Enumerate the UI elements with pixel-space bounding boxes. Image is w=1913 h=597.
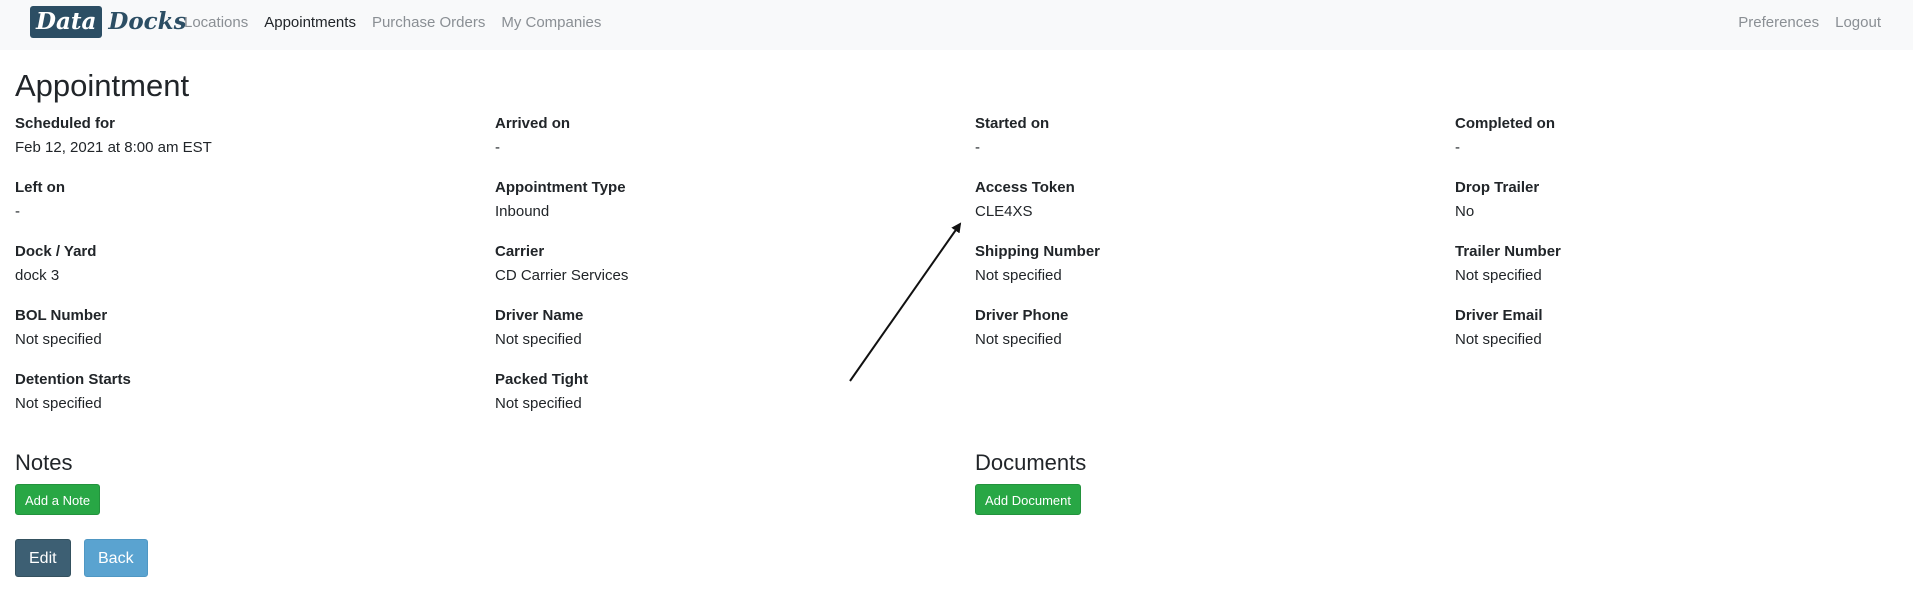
field-value: Not specified bbox=[1455, 331, 1542, 348]
field-started-on: Started on - bbox=[975, 114, 1415, 158]
add-document-button[interactable]: Add Document bbox=[975, 484, 1081, 515]
back-button[interactable]: Back bbox=[84, 539, 148, 577]
field-label: Dock / Yard bbox=[15, 243, 97, 260]
brand-logo-data: Data bbox=[30, 6, 103, 38]
field-label: Driver Name bbox=[495, 307, 584, 324]
add-note-button[interactable]: Add a Note bbox=[15, 484, 101, 515]
field-value: No bbox=[1455, 203, 1475, 220]
field-shipping-number: Shipping Number Not specified bbox=[975, 242, 1415, 286]
field-label: BOL Number bbox=[15, 307, 108, 324]
field-label: Appointment Type bbox=[495, 179, 626, 196]
field-drop-trailer: Drop Trailer No bbox=[1455, 178, 1895, 222]
field-appointment-type: Appointment Type Inbound bbox=[495, 178, 935, 222]
annotation-arrow-icon bbox=[849, 222, 962, 382]
nav-link-locations[interactable]: Locations bbox=[184, 14, 248, 31]
nav-links: Locations Appointments Purchase Orders M… bbox=[184, 0, 617, 45]
field-access-token: Access Token CLE4XS bbox=[975, 178, 1415, 222]
field-label: Started on bbox=[975, 115, 1050, 132]
documents-heading: Documents bbox=[975, 450, 1087, 475]
edit-button[interactable]: Edit bbox=[15, 539, 71, 577]
field-carrier: Carrier CD Carrier Services bbox=[495, 242, 935, 286]
field-driver-name: Driver Name Not specified bbox=[495, 306, 935, 350]
field-label: Packed Tight bbox=[495, 371, 589, 388]
page-title: Appointment bbox=[15, 68, 190, 103]
field-driver-email: Driver Email Not specified bbox=[1455, 306, 1895, 350]
field-label: Left on bbox=[15, 179, 65, 196]
field-driver-phone: Driver Phone Not specified bbox=[975, 306, 1415, 350]
nav-link-my-companies[interactable]: My Companies bbox=[501, 14, 601, 31]
field-left-on: Left on - bbox=[15, 178, 455, 222]
nav-link-logout[interactable]: Logout bbox=[1835, 14, 1881, 31]
field-label: Carrier bbox=[495, 243, 545, 260]
field-value: - bbox=[975, 139, 980, 156]
field-value: Not specified bbox=[975, 267, 1062, 284]
nav-link-appointments[interactable]: Appointments bbox=[264, 14, 356, 31]
nav-right-links: Preferences Logout bbox=[1738, 0, 1897, 45]
notes-heading: Notes bbox=[15, 450, 73, 475]
navbar: Data Docks Locations Appointments Purcha… bbox=[0, 0, 1913, 50]
field-label: Completed on bbox=[1455, 115, 1555, 132]
field-value: - bbox=[1455, 139, 1460, 156]
field-label: Drop Trailer bbox=[1455, 179, 1540, 196]
field-value: Not specified bbox=[975, 331, 1062, 348]
field-value: CD Carrier Services bbox=[495, 267, 629, 284]
field-completed-on: Completed on - bbox=[1455, 114, 1895, 158]
field-bol-number: BOL Number Not specified bbox=[15, 306, 455, 350]
field-value: - bbox=[495, 139, 500, 156]
field-label: Access Token bbox=[975, 179, 1075, 196]
brand-logo[interactable]: Data Docks bbox=[30, 6, 187, 38]
field-label: Driver Phone bbox=[975, 307, 1069, 324]
field-value: Not specified bbox=[15, 395, 102, 412]
field-value: Feb 12, 2021 at 8:00 am EST bbox=[15, 139, 212, 156]
field-value: Not specified bbox=[495, 395, 582, 412]
field-label: Detention Starts bbox=[15, 371, 131, 388]
field-label: Arrived on bbox=[495, 115, 571, 132]
field-trailer-number: Trailer Number Not specified bbox=[1455, 242, 1895, 286]
brand-logo-docks: Docks bbox=[108, 8, 187, 35]
field-detention-starts: Detention Starts Not specified bbox=[15, 370, 455, 414]
nav-link-preferences[interactable]: Preferences bbox=[1738, 14, 1819, 31]
field-value: Not specified bbox=[15, 331, 102, 348]
field-value: Inbound bbox=[495, 203, 550, 220]
field-value: dock 3 bbox=[15, 267, 60, 284]
field-value: - bbox=[15, 203, 20, 220]
field-label: Scheduled for bbox=[15, 115, 116, 132]
field-label: Trailer Number bbox=[1455, 243, 1561, 260]
nav-link-purchase-orders[interactable]: Purchase Orders bbox=[372, 14, 485, 31]
field-label: Shipping Number bbox=[975, 243, 1100, 260]
field-packed-tight: Packed Tight Not specified bbox=[495, 370, 935, 414]
field-value: Not specified bbox=[495, 331, 582, 348]
field-arrived-on: Arrived on - bbox=[495, 114, 935, 158]
field-label: Driver Email bbox=[1455, 307, 1543, 324]
field-value: CLE4XS bbox=[975, 203, 1033, 220]
field-dock-yard: Dock / Yard dock 3 bbox=[15, 242, 455, 286]
field-scheduled-for: Scheduled for Feb 12, 2021 at 8:00 am ES… bbox=[15, 114, 455, 158]
field-value: Not specified bbox=[1455, 267, 1542, 284]
